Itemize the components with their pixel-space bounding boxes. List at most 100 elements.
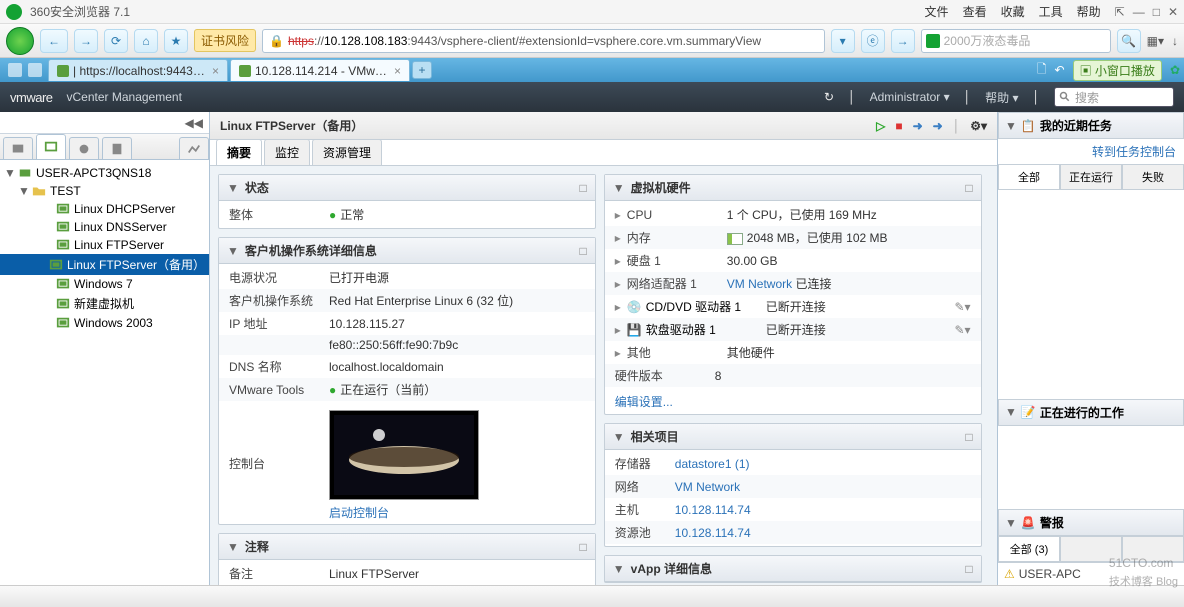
action2-icon[interactable]: ➜ <box>933 119 943 133</box>
panel-status-title: 状态 <box>245 179 269 196</box>
browser-tab-1[interactable]: | https://localhost:9443/admi × <box>48 59 228 81</box>
ext-icon[interactable]: ↓ <box>1172 34 1178 48</box>
hw-row: 硬件版本8 <box>605 364 981 387</box>
menu-fav[interactable]: 收藏 <box>1001 3 1025 20</box>
guest-row: 客户机操作系统Red Hat Enterprise Linux 6 (32 位) <box>219 289 595 312</box>
alarm-item[interactable]: USER-APC <box>1019 567 1081 581</box>
tree-node[interactable]: Linux DNSServer <box>0 218 209 236</box>
address-bar[interactable]: 🔒 https://10.128.108.183:9443/vsphere-cl… <box>262 29 825 53</box>
tab-favicon-icon <box>239 65 251 77</box>
rtab-running[interactable]: 正在运行 <box>1060 164 1122 189</box>
tab-menu-icon[interactable] <box>8 63 22 77</box>
guest-row: 电源状况已打开电源 <box>219 266 595 289</box>
tree-node[interactable]: Linux FTPServer <box>0 236 209 254</box>
edit-icon[interactable]: ✎▾ <box>954 323 970 337</box>
window-min-icon[interactable]: — <box>1133 5 1145 19</box>
menu-help[interactable]: 帮助 <box>1077 3 1101 20</box>
help-menu[interactable]: 帮助 ▾ <box>985 89 1018 106</box>
new-tab-button[interactable]: + <box>412 61 432 79</box>
window-max-icon[interactable]: □ <box>1153 5 1160 19</box>
back-button[interactable]: ← <box>40 29 68 53</box>
panel-box-icon[interactable]: □ <box>580 244 587 258</box>
refresh-icon[interactable]: ↻ <box>824 90 834 104</box>
panel-box-icon[interactable]: □ <box>965 562 972 576</box>
tab-cloud-icon[interactable] <box>28 63 42 77</box>
action1-icon[interactable]: ➜ <box>913 119 923 133</box>
hw-row: ▸CPU1 个 CPU，已使用 169 MHz <box>605 203 981 226</box>
tree-node[interactable]: Windows 2003 <box>0 314 209 332</box>
browser-logo-icon <box>6 4 22 20</box>
tree-node[interactable]: 新建虚拟机 <box>0 293 209 314</box>
alarm-tab-all[interactable]: 全部 (3) <box>998 536 1060 561</box>
go-button[interactable]: → <box>891 29 915 53</box>
panel-box-icon[interactable]: □ <box>580 181 587 195</box>
tree-node[interactable]: Linux DHCPServer <box>0 200 209 218</box>
tab-monitor[interactable]: 监控 <box>264 139 310 165</box>
stop-icon[interactable]: ■ <box>895 119 902 133</box>
menu-tool[interactable]: 工具 <box>1039 3 1063 20</box>
alarms-title: 警报 <box>1040 514 1064 531</box>
compat-button[interactable]: ⓔ <box>861 29 885 53</box>
guest-row: VMware Tools●正在运行（当前） <box>219 378 595 401</box>
tab-close-icon[interactable]: × <box>212 64 219 78</box>
panel-rel-title: 相关项目 <box>631 428 679 445</box>
launch-console-link[interactable]: 启动控制台 <box>329 504 479 521</box>
tab-undo-icon[interactable]: ↶ <box>1055 63 1065 77</box>
reload-button[interactable]: ⟳ <box>104 29 128 53</box>
tab-resource[interactable]: 资源管理 <box>312 139 382 165</box>
guest-row: IP 地址10.128.115.27 <box>219 312 595 335</box>
tree-node[interactable]: ▼USER-APCT3QNS18 <box>0 164 209 182</box>
hw-row: ▸💾软盘驱动器 1已断开连接✎▾ <box>605 318 981 341</box>
window-close-icon[interactable]: ✕ <box>1168 5 1178 19</box>
rel-row: 资源池10.128.114.74 <box>605 521 981 544</box>
addr-dropdown-button[interactable]: ▾ <box>831 29 855 53</box>
tree-node[interactable]: Linux FTPServer（备用） <box>0 254 209 275</box>
tasks-icon: 📋 <box>1021 119 1036 133</box>
fav-button[interactable]: ★ <box>164 29 188 53</box>
search-input[interactable]: 2000万液态毒品 <box>921 29 1111 53</box>
tab-settings-icon[interactable]: ✿ <box>1170 63 1180 77</box>
tab-summary[interactable]: 摘要 <box>216 139 262 165</box>
hw-row: ▸内存2048 MB，已使用 102 MB <box>605 226 981 249</box>
cert-warning[interactable]: 证书风险 <box>194 29 256 52</box>
recent-tasks-title: 我的近期任务 <box>1040 117 1112 134</box>
menu-file[interactable]: 文件 <box>925 3 949 20</box>
window-pin-icon[interactable]: ⇱ <box>1115 5 1125 19</box>
rtab-failed[interactable]: 失败 <box>1122 164 1184 189</box>
home-button[interactable]: ⌂ <box>134 29 158 53</box>
edit-icon[interactable]: ✎▾ <box>954 300 970 314</box>
tree-node[interactable]: ▼TEST <box>0 182 209 200</box>
sidebar-tab-2[interactable] <box>36 134 66 159</box>
goto-task-console-link[interactable]: 转到任务控制台 <box>998 139 1184 164</box>
tab-close-icon[interactable]: × <box>394 64 401 78</box>
menu-view[interactable]: 查看 <box>963 3 987 20</box>
tree-node[interactable]: Windows 7 <box>0 275 209 293</box>
panel-box-icon[interactable]: □ <box>965 181 972 195</box>
pin-icon[interactable]: ◀◀ <box>185 116 203 130</box>
console-thumbnail[interactable] <box>329 410 479 500</box>
lock-icon: 🔒 <box>269 34 284 48</box>
mini-window-badge[interactable]: ▣ 小窗口播放 <box>1073 60 1162 81</box>
browser-360-icon[interactable] <box>6 27 34 55</box>
cd-icon: 💿 <box>627 300 642 314</box>
edit-settings-link[interactable]: 编辑设置... <box>605 389 981 414</box>
panel-box-icon[interactable]: □ <box>580 540 587 554</box>
user-menu[interactable]: Administrator ▾ <box>870 90 950 104</box>
sidebar-tab-3[interactable] <box>69 137 99 159</box>
gear-icon[interactable]: ⚙▾ <box>970 119 987 133</box>
floppy-icon: 💾 <box>627 323 642 337</box>
grid-icon[interactable]: ▦▾ <box>1147 34 1164 48</box>
header-search-input[interactable]: 搜索 <box>1054 87 1174 107</box>
sidebar-tab-5[interactable] <box>179 137 209 159</box>
forward-button[interactable]: → <box>74 29 98 53</box>
sidebar-tab-4[interactable] <box>102 137 132 159</box>
search-button[interactable]: 🔍 <box>1117 29 1141 53</box>
browser-tab-2[interactable]: 10.128.114.214 - VMware v × <box>230 59 410 81</box>
address-url: https://10.128.108.183:9443/vsphere-clie… <box>288 34 761 48</box>
sidebar-tab-1[interactable] <box>3 137 33 159</box>
panel-box-icon[interactable]: □ <box>965 430 972 444</box>
tab-restore-icon[interactable]: 🗋 <box>1037 60 1047 81</box>
rtab-all[interactable]: 全部 <box>998 164 1060 189</box>
hw-row: ▸其他其他硬件 <box>605 341 981 364</box>
play-icon[interactable]: ▷ <box>876 119 885 133</box>
